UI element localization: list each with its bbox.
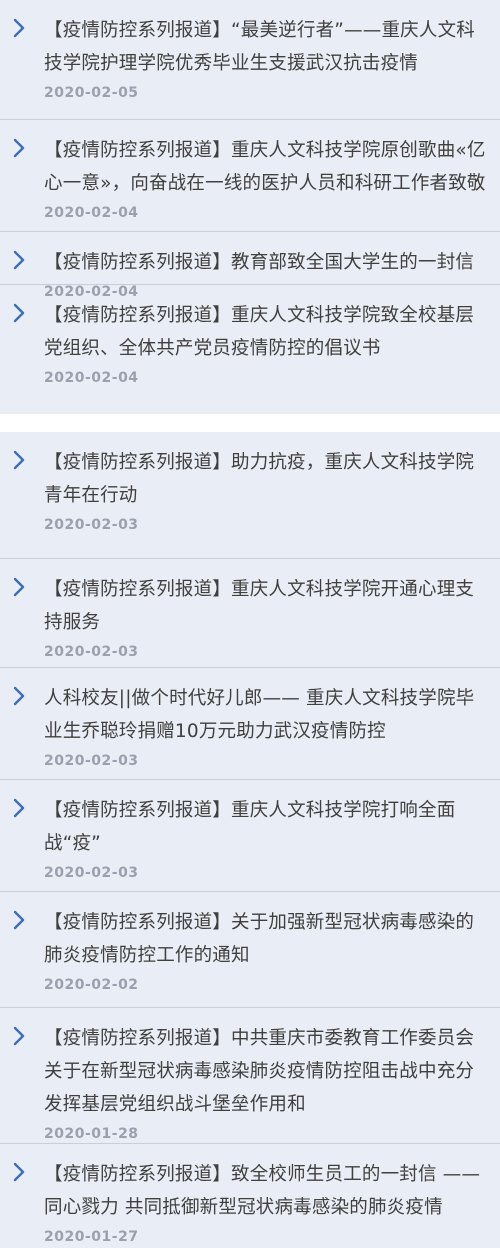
chevron-right-icon <box>12 17 32 41</box>
chevron-right-icon <box>12 249 32 273</box>
news-list-item[interactable]: 【疫情防控系列报道】助力抗疫，重庆人文科技学院青年在行动 2020-02-03 <box>0 432 500 559</box>
news-list-item[interactable]: 【疫情防控系列报道】致全校师生员工的一封信 ——同心戮力 共同抵御新型冠状病毒感… <box>0 1144 500 1247</box>
news-date: 2020-02-03 <box>44 865 139 881</box>
news-group: 【疫情防控系列报道】助力抗疫，重庆人文科技学院青年在行动 2020-02-03 【疫… <box>0 432 500 1247</box>
news-title[interactable]: 【疫情防控系列报道】教育部致全国大学生的一封信 <box>44 246 490 279</box>
chevron-right-icon <box>12 137 32 161</box>
chevron-right-icon <box>12 797 32 821</box>
news-title[interactable]: 【疫情防控系列报道】重庆人文科技学院致全校基层党组织、全体共产党员疫情防控的倡议… <box>44 299 490 365</box>
news-title[interactable]: 【疫情防控系列报道】致全校师生员工的一封信 ——同心戮力 共同抵御新型冠状病毒感… <box>44 1158 490 1224</box>
news-date: 2020-02-04 <box>44 205 139 221</box>
chevron-right-icon <box>12 909 32 933</box>
news-title[interactable]: 【疫情防控系列报道】助力抗疫，重庆人文科技学院青年在行动 <box>44 446 490 512</box>
news-list-item[interactable]: 【疫情防控系列报道】教育部致全国大学生的一封信 2020-02-04 <box>0 232 500 300</box>
news-list-item[interactable]: 【疫情防控系列报道】“最美逆行者”——重庆人文科技学院护理学院优秀毕业生支援武汉… <box>0 0 500 120</box>
news-date: 2020-02-03 <box>44 753 139 769</box>
news-group: 【疫情防控系列报道】“最美逆行者”——重庆人文科技学院护理学院优秀毕业生支援武汉… <box>0 0 500 414</box>
news-date: 2020-02-05 <box>44 85 139 101</box>
news-date: 2020-02-03 <box>44 517 139 533</box>
news-title[interactable]: 【疫情防控系列报道】关于加强新型冠状病毒感染的肺炎疫情防控工作的通知 <box>44 906 490 972</box>
news-list-item[interactable]: 【疫情防控系列报道】关于加强新型冠状病毒感染的肺炎疫情防控工作的通知 2020-0… <box>0 892 500 1008</box>
chevron-right-icon <box>12 449 32 473</box>
news-list-item[interactable]: 【疫情防控系列报道】重庆人文科技学院打响全面战“疫” 2020-02-03 <box>0 780 500 892</box>
news-list-item[interactable]: 人科校友||做个时代好儿郎—— 重庆人文科技学院毕业生乔聪玲捐赠10万元助力武汉… <box>0 668 500 780</box>
news-list-item[interactable]: 【疫情防控系列报道】中共重庆市委教育工作委员会关于在新型冠状病毒感染肺炎疫情防控… <box>0 1008 500 1144</box>
news-title[interactable]: 【疫情防控系列报道】重庆人文科技学院原创歌曲«亿心一意»，向奋战在一线的医护人员… <box>44 134 490 200</box>
news-title[interactable]: 【疫情防控系列报道】重庆人文科技学院开通心理支持服务 <box>44 573 490 639</box>
news-date: 2020-02-03 <box>44 644 139 660</box>
news-list-item[interactable]: 【疫情防控系列报道】重庆人文科技学院原创歌曲«亿心一意»，向奋战在一线的医护人员… <box>0 120 500 232</box>
news-date: 2020-02-02 <box>44 977 139 993</box>
news-list-item[interactable]: 【疫情防控系列报道】重庆人文科技学院致全校基层党组织、全体共产党员疫情防控的倡议… <box>0 285 500 414</box>
news-title[interactable]: 人科校友||做个时代好儿郎—— 重庆人文科技学院毕业生乔聪玲捐赠10万元助力武汉… <box>44 682 490 748</box>
section-gap <box>0 414 500 432</box>
news-date: 2020-01-28 <box>44 1126 139 1142</box>
chevron-right-icon <box>12 685 32 709</box>
chevron-right-icon <box>12 576 32 600</box>
news-list: 【疫情防控系列报道】“最美逆行者”——重庆人文科技学院护理学院优秀毕业生支援武汉… <box>0 0 500 1247</box>
news-date: 2020-02-04 <box>44 370 139 386</box>
chevron-right-icon <box>12 1161 32 1185</box>
news-date: 2020-01-27 <box>44 1229 139 1245</box>
news-title[interactable]: 【疫情防控系列报道】重庆人文科技学院打响全面战“疫” <box>44 794 490 860</box>
chevron-right-icon <box>12 1025 32 1049</box>
news-list-item[interactable]: 【疫情防控系列报道】重庆人文科技学院开通心理支持服务 2020-02-03 <box>0 559 500 668</box>
news-title[interactable]: 【疫情防控系列报道】“最美逆行者”——重庆人文科技学院护理学院优秀毕业生支援武汉… <box>44 14 490 80</box>
news-title[interactable]: 【疫情防控系列报道】中共重庆市委教育工作委员会关于在新型冠状病毒感染肺炎疫情防控… <box>44 1022 490 1121</box>
chevron-right-icon <box>12 302 32 326</box>
